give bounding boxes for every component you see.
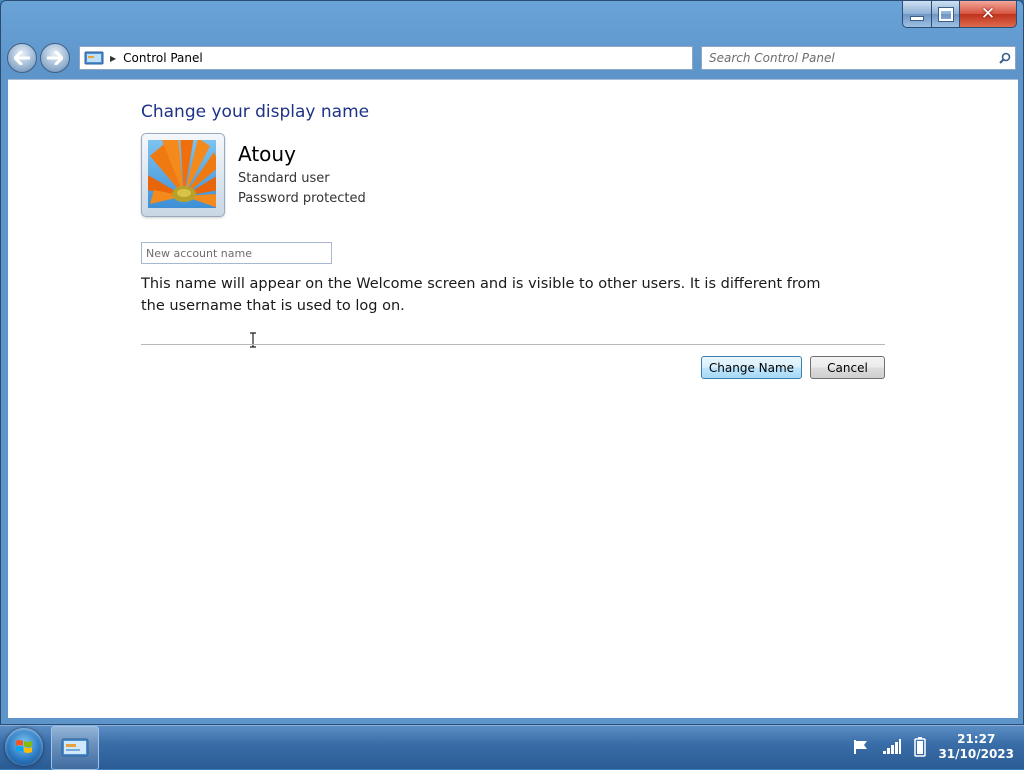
maximize-button[interactable]	[932, 1, 960, 28]
forward-button[interactable]	[40, 43, 70, 73]
page-title: Change your display name	[141, 102, 370, 122]
change-name-button[interactable]: Change Name	[701, 356, 802, 379]
user-password-status: Password protected	[238, 191, 366, 206]
breadcrumb-separator-icon[interactable]: ▶	[110, 54, 116, 63]
search-box[interactable]	[701, 46, 1016, 70]
search-icon[interactable]	[995, 52, 1015, 64]
text-cursor-icon	[250, 332, 256, 348]
taskbar: 21:27 31/10/2023	[0, 725, 1024, 770]
address-bar[interactable]: ▶ Control Panel	[79, 46, 693, 70]
network-signal-icon[interactable]	[882, 739, 902, 755]
avatar	[141, 133, 225, 217]
flower-picture-icon	[148, 140, 216, 208]
windows-logo-icon	[16, 740, 32, 753]
control-panel-icon	[61, 738, 89, 757]
maximize-icon	[937, 6, 954, 22]
action-center-flag-icon[interactable]	[852, 739, 870, 755]
minimize-button[interactable]	[902, 1, 932, 28]
battery-icon[interactable]	[914, 737, 927, 757]
clock-date: 31/10/2023	[938, 747, 1014, 761]
back-button[interactable]	[7, 43, 37, 73]
close-icon: ✕	[980, 4, 996, 24]
breadcrumb-control-panel[interactable]: Control Panel	[123, 51, 203, 65]
clock-time: 21:27	[957, 732, 996, 746]
forward-arrow-icon	[47, 51, 63, 65]
divider	[141, 344, 885, 345]
start-button[interactable]	[5, 728, 43, 766]
search-input[interactable]	[707, 50, 995, 66]
close-button[interactable]: ✕	[960, 1, 1017, 28]
back-arrow-icon	[14, 51, 30, 65]
control-panel-icon	[84, 51, 104, 65]
caption-buttons: ✕	[902, 1, 1017, 28]
user-account-type: Standard user	[238, 171, 330, 186]
cancel-button[interactable]: Cancel	[810, 356, 885, 379]
content-pane: Change your display name Atouy Standard …	[8, 79, 1018, 718]
navigation-buttons	[7, 43, 70, 73]
user-name: Atouy	[238, 142, 296, 166]
description-text: This name will appear on the Welcome scr…	[141, 276, 821, 314]
control-panel-window: ✕ ▶ Control Panel Search Control Panel C…	[0, 0, 1024, 725]
system-clock[interactable]: 21:27 31/10/2023	[938, 732, 1014, 762]
system-tray: 21:27 31/10/2023	[852, 726, 1014, 768]
minimize-icon	[910, 15, 924, 21]
new-account-name-input[interactable]	[141, 242, 332, 264]
taskbar-control-panel-button[interactable]	[51, 726, 99, 770]
